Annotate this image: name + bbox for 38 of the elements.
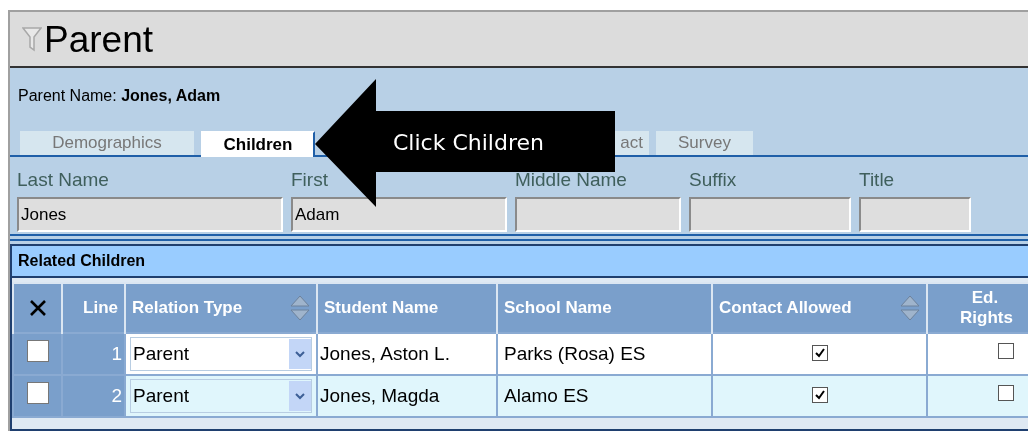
text-field[interactable]: [859, 197, 971, 232]
row-checkbox[interactable]: [26, 339, 49, 362]
checkbox[interactable]: [998, 343, 1014, 359]
delete-icon[interactable]: [28, 299, 47, 317]
checkbox[interactable]: [998, 385, 1014, 401]
page-title: Parent: [44, 20, 153, 58]
checkbox[interactable]: [811, 387, 828, 403]
relation-dropdown[interactable]: Parent: [130, 379, 312, 413]
field-label: Middle Name: [515, 169, 627, 191]
relation-dropdown[interactable]: Parent: [130, 337, 312, 371]
line-number: 2: [111, 384, 122, 406]
tab[interactable]: Children: [201, 131, 315, 157]
text-field[interactable]: Adam: [291, 197, 507, 232]
row-checkbox[interactable]: [26, 381, 49, 404]
field-label: Suffix: [689, 169, 737, 191]
column-header: Relation Type: [132, 297, 243, 320]
section-title: Related Children: [12, 246, 1028, 278]
field-label: Title: [859, 169, 895, 191]
table-cell: Parks (Rosa) ES: [504, 342, 646, 364]
filter-icon: [22, 26, 42, 52]
table-cell: Alamo ES: [504, 384, 589, 406]
checkbox[interactable]: [811, 345, 828, 361]
text-field[interactable]: [689, 197, 851, 232]
text-field[interactable]: [515, 197, 681, 232]
field-label: First: [291, 169, 328, 191]
table-cell: Jones, Aston L.: [320, 342, 450, 364]
callout-text: Click Children: [393, 130, 544, 156]
column-header: Line: [83, 297, 118, 320]
tab[interactable]: Demographics: [20, 131, 194, 155]
column-header: School Name: [504, 297, 612, 320]
column-header: Student Name: [324, 297, 439, 320]
line-number: 1: [111, 342, 122, 364]
table-cell: Jones, Magda: [320, 384, 440, 406]
tab[interactable]: Survey: [656, 131, 753, 155]
text-field[interactable]: Jones: [17, 197, 283, 232]
field-label: Last Name: [17, 169, 109, 191]
parent-name: Parent Name: Jones, Adam: [17, 86, 221, 106]
column-header: Contact Allowed: [719, 297, 852, 320]
